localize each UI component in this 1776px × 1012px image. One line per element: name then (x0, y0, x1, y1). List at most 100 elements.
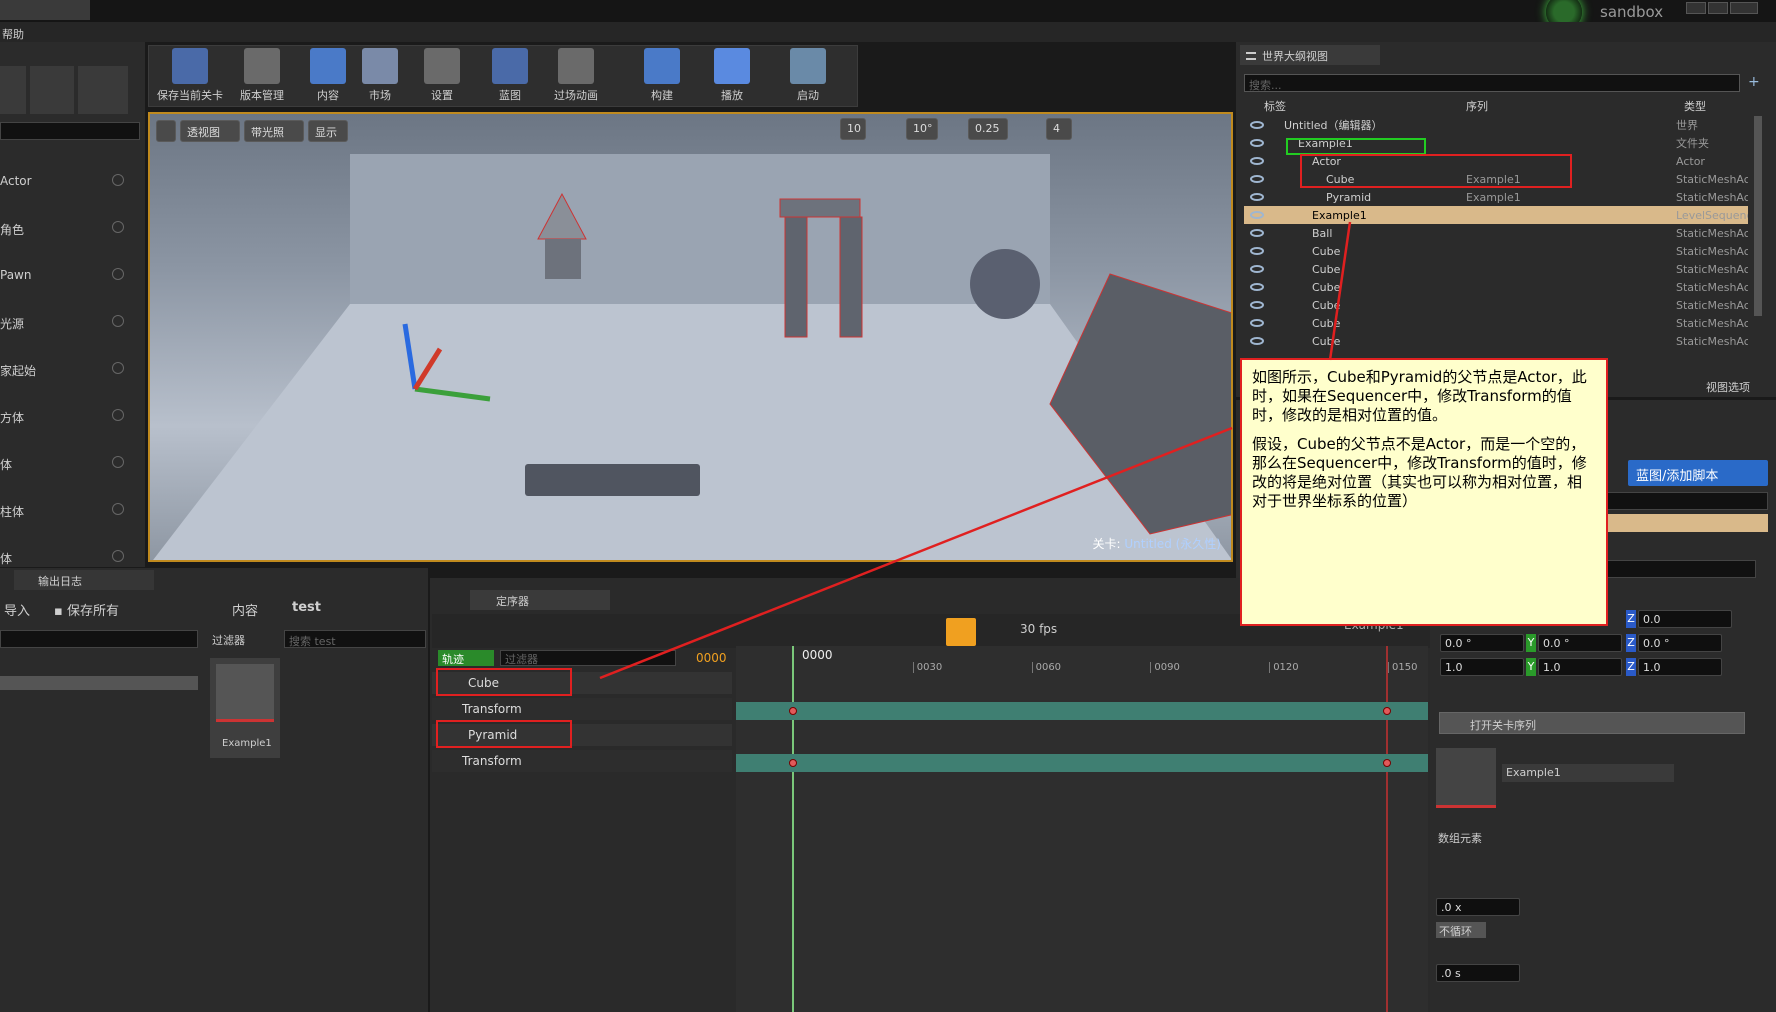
seq-asset-dropdown[interactable]: Example1 (1502, 764, 1674, 782)
visibility-eye-icon[interactable] (1250, 229, 1264, 237)
visibility-eye-icon[interactable] (1250, 139, 1264, 147)
help-icon[interactable] (112, 456, 124, 468)
outliner-row[interactable]: Cube StaticMeshActo (1244, 296, 1748, 314)
camera-speed-value[interactable]: 4 (1046, 118, 1072, 140)
menu-help[interactable]: 帮助 (2, 26, 24, 42)
col-seq[interactable]: 序列 (1466, 98, 1488, 114)
toolbar-launch-button[interactable]: 启动 (773, 48, 843, 103)
scale-z-field[interactable]: 1.0 (1638, 658, 1722, 676)
rot-y-field[interactable]: 0.0 ° (1538, 634, 1622, 652)
playhead-line[interactable] (792, 646, 794, 1012)
viewport-menu-button[interactable] (156, 120, 176, 142)
help-icon[interactable] (112, 268, 124, 280)
outliner-row[interactable]: Cube StaticMeshActo (1244, 314, 1748, 332)
output-log-tab[interactable]: 输出日志 (14, 570, 154, 590)
outliner-row[interactable]: Cube StaticMeshActo (1244, 260, 1748, 278)
rotation-snap-value[interactable]: 10° (906, 118, 938, 140)
help-icon[interactable] (112, 409, 124, 421)
import-button[interactable]: 导入 (4, 600, 30, 619)
viewport[interactable]: 透视图 带光照 显示 10 10° 0.25 4 关卡: Untitled (永… (148, 112, 1233, 562)
path-root[interactable]: 内容 (232, 600, 258, 619)
start-time-field[interactable]: .0 s (1436, 964, 1520, 982)
visibility-eye-icon[interactable] (1250, 157, 1264, 165)
place-item[interactable]: Actor (0, 162, 140, 202)
scale-snap-value[interactable]: 0.25 (968, 118, 1008, 140)
loc-z-field[interactable]: 0.0 (1638, 610, 1732, 628)
outliner-row[interactable]: Untitled（编辑器） 世界 (1244, 116, 1748, 134)
help-icon[interactable] (112, 550, 124, 562)
details-filter-input[interactable] (1596, 560, 1756, 578)
keyframe[interactable] (789, 759, 797, 767)
visibility-eye-icon[interactable] (1250, 319, 1264, 327)
asset-search-input[interactable]: 搜索 test (284, 630, 426, 648)
snap-magnet-button[interactable] (946, 618, 976, 646)
help-icon[interactable] (112, 174, 124, 186)
key-band[interactable] (736, 702, 1428, 720)
place-category-icon-b[interactable] (30, 66, 74, 114)
help-icon[interactable] (112, 221, 124, 233)
open-level-seq-button[interactable]: 打开关卡序列 (1439, 712, 1745, 734)
rot-z-field[interactable]: 0.0 ° (1638, 634, 1722, 652)
outliner-row[interactable]: Pyramid Example1 StaticMeshActo (1244, 188, 1748, 206)
toolbar-play-button[interactable]: 播放 (697, 48, 767, 103)
track-row[interactable]: Cube (432, 668, 732, 696)
toolbar-save-button[interactable]: 保存当前关卡 (155, 48, 225, 103)
outliner-row[interactable]: Cube StaticMeshActo (1244, 332, 1748, 346)
lit-button[interactable]: 带光照 (244, 120, 304, 142)
visibility-eye-icon[interactable] (1250, 283, 1264, 291)
key-band[interactable] (736, 754, 1428, 772)
show-button[interactable]: 显示 (308, 120, 348, 142)
visibility-eye-icon[interactable] (1250, 301, 1264, 309)
toolbar-cinematics-button[interactable]: 过场动画 (541, 48, 611, 103)
scale-x-field[interactable]: 1.0 (1440, 658, 1524, 676)
outliner-row[interactable]: Ball StaticMeshActo (1244, 224, 1748, 242)
subtrack-row[interactable]: Transform (432, 750, 732, 772)
grid-snap-value[interactable]: 10 (840, 118, 866, 140)
outliner-tab[interactable]: 世界大纲视图 (1240, 45, 1380, 65)
loop-dropdown[interactable]: 不循环 (1436, 922, 1486, 938)
col-label[interactable]: 标签 (1264, 98, 1286, 114)
play-rate-field[interactable]: .0 x (1436, 898, 1520, 916)
visibility-eye-icon[interactable] (1250, 175, 1264, 183)
add-script-button[interactable]: 蓝图/添加脚本 (1628, 460, 1768, 486)
details-search-input[interactable] (1596, 492, 1768, 510)
outliner-row[interactable]: Example1 LevelSequence (1244, 206, 1748, 224)
toolbar-blueprint-button[interactable]: 蓝图 (475, 48, 545, 103)
place-category-icon-c[interactable] (78, 66, 128, 114)
place-category-icon-a[interactable] (0, 66, 26, 114)
help-icon[interactable] (112, 315, 124, 327)
visibility-eye-icon[interactable] (1250, 265, 1264, 273)
path-folder[interactable]: test (292, 600, 321, 615)
keyframe[interactable] (789, 707, 797, 715)
subtrack-row[interactable]: Transform (432, 698, 732, 720)
maximize-button[interactable] (1708, 2, 1728, 14)
perspective-button[interactable]: 透视图 (180, 120, 240, 142)
end-marker-line[interactable] (1386, 646, 1388, 1012)
toolbar-source-control-button[interactable]: 版本管理 (227, 48, 297, 103)
toolbar-marketplace-button[interactable]: 市场 (345, 48, 415, 103)
close-button[interactable] (1730, 2, 1758, 14)
level-tab[interactable] (0, 0, 90, 20)
keyframe[interactable] (1383, 707, 1391, 715)
place-item[interactable]: 光源 (0, 303, 140, 343)
help-icon[interactable] (112, 503, 124, 515)
keyframe[interactable] (1383, 759, 1391, 767)
outliner-row[interactable]: Cube StaticMeshActo (1244, 278, 1748, 296)
rot-x-field[interactable]: 0.0 ° (1440, 634, 1524, 652)
place-item[interactable]: Pawn (0, 256, 140, 296)
outliner-row[interactable]: Cube StaticMeshActo (1244, 242, 1748, 260)
col-type[interactable]: 类型 (1684, 98, 1706, 114)
fps-dropdown[interactable]: 30 fps (1020, 622, 1057, 636)
view-options-button[interactable]: 视图选项 (1706, 379, 1750, 395)
visibility-eye-icon[interactable] (1250, 247, 1264, 255)
help-icon[interactable] (112, 362, 124, 374)
track-row[interactable]: Pyramid (432, 720, 732, 748)
place-item[interactable]: 体 (0, 444, 140, 484)
place-item[interactable]: 柱体 (0, 491, 140, 531)
toolbar-build-button[interactable]: 构建 (627, 48, 697, 103)
place-item[interactable]: 家起始 (0, 350, 140, 390)
add-track-button[interactable]: 轨迹 (438, 650, 494, 666)
visibility-eye-icon[interactable] (1250, 121, 1264, 129)
place-item[interactable]: 方体 (0, 397, 140, 437)
asset-tile[interactable]: Example1 (210, 658, 280, 758)
